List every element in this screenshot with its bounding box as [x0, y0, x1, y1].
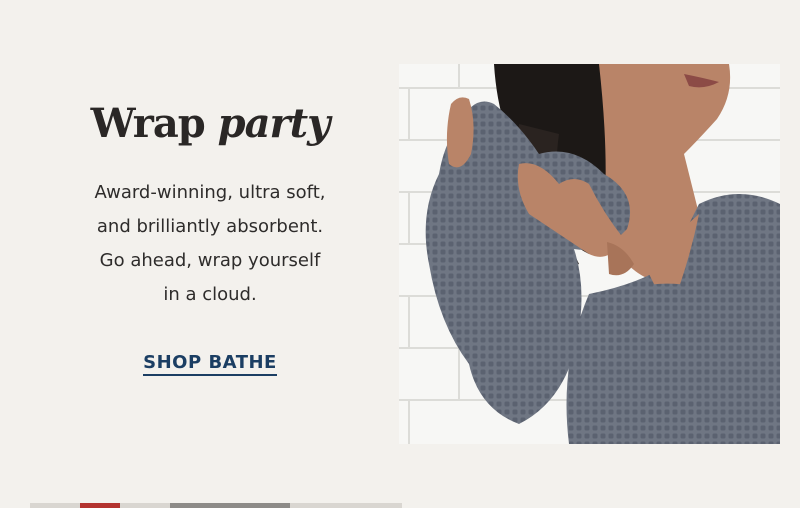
- shop-bathe-link[interactable]: SHOP BATHE: [143, 352, 277, 376]
- next-section-image-preview: [30, 503, 402, 508]
- preview-accent: [80, 503, 120, 508]
- headline-word-2: party: [217, 100, 331, 147]
- promo-description: Award-winning, ultra soft, and brilliant…: [40, 176, 380, 312]
- preview-accent: [170, 503, 290, 508]
- promo-description-line: Award-winning, ultra soft,: [94, 182, 326, 203]
- promo-text-block: Wrap party Award-winning, ultra soft, an…: [40, 100, 380, 376]
- robe-photo-illustration: [399, 64, 780, 444]
- headline-word-1: Wrap: [90, 100, 206, 147]
- promo-description-line: in a cloud.: [163, 284, 257, 305]
- promo-description-line: and brilliantly absorbent.: [96, 216, 324, 237]
- promo-photo[interactable]: [399, 64, 780, 444]
- promo-description-line: Go ahead, wrap yourself: [99, 250, 321, 271]
- promo-headline: Wrap party: [40, 100, 380, 148]
